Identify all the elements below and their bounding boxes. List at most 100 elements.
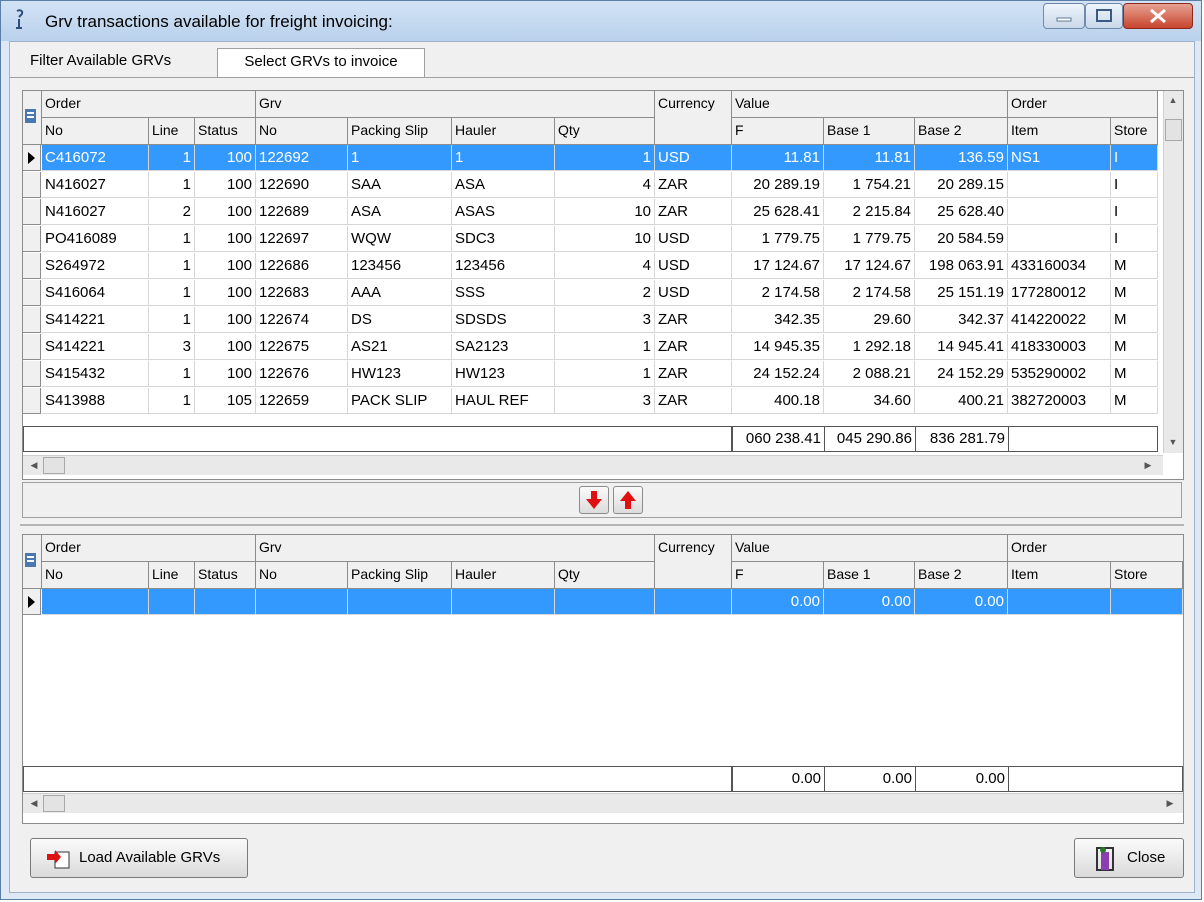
cell-value-f[interactable]: 20 289.19	[732, 172, 824, 198]
cell-qty[interactable]: 10	[555, 226, 655, 252]
cell-value-f[interactable]: 342.35	[732, 307, 824, 333]
row-indicator[interactable]	[23, 589, 41, 615]
header-grv-no[interactable]: No	[256, 562, 348, 589]
scroll-up-icon[interactable]: ▲	[1164, 91, 1182, 109]
cell-hauler[interactable]	[452, 589, 555, 615]
cell-order-no[interactable]: N416027	[42, 199, 149, 225]
cell-value-f[interactable]: 17 124.67	[732, 253, 824, 279]
row-indicator[interactable]	[23, 253, 41, 279]
cell-packing-slip[interactable]: AS21	[348, 334, 452, 360]
cell-value-base1[interactable]: 34.60	[824, 388, 915, 414]
load-available-grvs-button[interactable]: Load Available GRVs	[30, 838, 248, 878]
cell-currency[interactable]: ZAR	[655, 172, 732, 198]
cell-currency[interactable]: ZAR	[655, 334, 732, 360]
cell-order-item[interactable]: 414220022	[1008, 307, 1111, 333]
cell-line[interactable]: 1	[149, 253, 195, 279]
cell-hauler[interactable]: ASA	[452, 172, 555, 198]
cell-line[interactable]: 3	[149, 334, 195, 360]
cell-order-item[interactable]	[1008, 589, 1111, 615]
cell-packing-slip[interactable]: 123456	[348, 253, 452, 279]
cell-order-no[interactable]: S414221	[42, 307, 149, 333]
title-bar[interactable]: Grv transactions available for freight i…	[1, 1, 1201, 41]
cell-grv-no[interactable]: 122689	[256, 199, 348, 225]
cell-order-item[interactable]: 535290002	[1008, 361, 1111, 387]
cell-value-f[interactable]: 11.81	[732, 145, 824, 171]
cell-value-f[interactable]: 0.00	[732, 589, 824, 615]
cell-order-no[interactable]: S414221	[42, 334, 149, 360]
scroll-right-icon[interactable]: ▶	[1161, 794, 1179, 812]
cell-status[interactable]: 105	[195, 388, 256, 414]
cell-order-item[interactable]	[1008, 172, 1111, 198]
cell-store[interactable]: I	[1111, 145, 1158, 171]
cell-line[interactable]: 1	[149, 388, 195, 414]
cell-line[interactable]: 1	[149, 145, 195, 171]
cell-currency[interactable]: ZAR	[655, 388, 732, 414]
cell-qty[interactable]: 10	[555, 199, 655, 225]
cell-line[interactable]	[149, 589, 195, 615]
scroll-down-icon[interactable]: ▼	[1164, 433, 1182, 451]
header-value-base1[interactable]: Base 1	[824, 562, 915, 589]
header-value-base1[interactable]: Base 1	[824, 118, 915, 145]
cell-store[interactable]: M	[1111, 388, 1158, 414]
cell-hauler[interactable]: SA2123	[452, 334, 555, 360]
cell-status[interactable]: 100	[195, 307, 256, 333]
row-indicator[interactable]	[23, 388, 41, 414]
cell-hauler[interactable]: SDSDS	[452, 307, 555, 333]
cell-order-item[interactable]	[1008, 199, 1111, 225]
header-order-no[interactable]: No	[42, 118, 149, 145]
cell-packing-slip[interactable]: AAA	[348, 280, 452, 306]
cell-packing-slip[interactable]: 1	[348, 145, 452, 171]
cell-value-base2[interactable]: 25 628.40	[915, 199, 1008, 225]
cell-grv-no[interactable]: 122659	[256, 388, 348, 414]
row-indicator[interactable]	[23, 361, 41, 387]
cell-store[interactable]: M	[1111, 334, 1158, 360]
cell-value-base1[interactable]: 17 124.67	[824, 253, 915, 279]
cell-grv-no[interactable]: 122692	[256, 145, 348, 171]
cell-value-base1[interactable]: 1 779.75	[824, 226, 915, 252]
move-down-button[interactable]	[579, 486, 609, 514]
cell-hauler[interactable]: HW123	[452, 361, 555, 387]
move-up-button[interactable]	[613, 486, 643, 514]
header-status[interactable]: Status	[195, 118, 256, 145]
header-value-base2[interactable]: Base 2	[915, 562, 1008, 589]
cell-order-no[interactable]: S413988	[42, 388, 149, 414]
cell-hauler[interactable]: HAUL REF	[452, 388, 555, 414]
cell-order-no[interactable]	[42, 589, 149, 615]
splitter[interactable]	[20, 524, 1184, 526]
cell-status[interactable]: 100	[195, 280, 256, 306]
available-grvs-grid[interactable]: Order Grv Currency Value Order No Line Sta…	[22, 90, 1184, 480]
cell-order-no[interactable]: N416027	[42, 172, 149, 198]
scroll-right-icon[interactable]: ▶	[1139, 456, 1157, 474]
row-indicator[interactable]	[23, 199, 41, 225]
cell-qty[interactable]: 3	[555, 388, 655, 414]
cell-grv-no[interactable]: 122690	[256, 172, 348, 198]
header-order-item[interactable]: Item	[1008, 562, 1111, 589]
cell-value-base1[interactable]: 0.00	[824, 589, 915, 615]
cell-store[interactable]: I	[1111, 199, 1158, 225]
cell-value-f[interactable]: 14 945.35	[732, 334, 824, 360]
cell-qty[interactable]: 1	[555, 145, 655, 171]
cell-packing-slip[interactable]	[348, 589, 452, 615]
cell-value-f[interactable]: 1 779.75	[732, 226, 824, 252]
cell-value-base2[interactable]: 20 289.15	[915, 172, 1008, 198]
header-packing-slip[interactable]: Packing Slip	[348, 118, 452, 145]
cell-store[interactable]: I	[1111, 172, 1158, 198]
cell-value-base1[interactable]: 2 174.58	[824, 280, 915, 306]
cell-status[interactable]: 100	[195, 172, 256, 198]
top-horizontal-scrollbar[interactable]: ◀ ▶	[23, 455, 1163, 475]
cell-currency[interactable]: ZAR	[655, 199, 732, 225]
cell-order-item[interactable]: NS1	[1008, 145, 1111, 171]
cell-value-base2[interactable]: 14 945.41	[915, 334, 1008, 360]
header-hauler[interactable]: Hauler	[452, 118, 555, 145]
row-indicator[interactable]	[23, 280, 41, 306]
cell-line[interactable]: 1	[149, 307, 195, 333]
scroll-left-icon[interactable]: ◀	[25, 456, 43, 474]
cell-grv-no[interactable]: 122686	[256, 253, 348, 279]
row-indicator-header[interactable]	[23, 91, 42, 145]
cell-grv-no[interactable]: 122683	[256, 280, 348, 306]
cell-value-f[interactable]: 400.18	[732, 388, 824, 414]
header-line[interactable]: Line	[149, 562, 195, 589]
cell-currency[interactable]: ZAR	[655, 361, 732, 387]
cell-currency[interactable]: USD	[655, 145, 732, 171]
header-currency[interactable]: Currency	[655, 91, 732, 145]
